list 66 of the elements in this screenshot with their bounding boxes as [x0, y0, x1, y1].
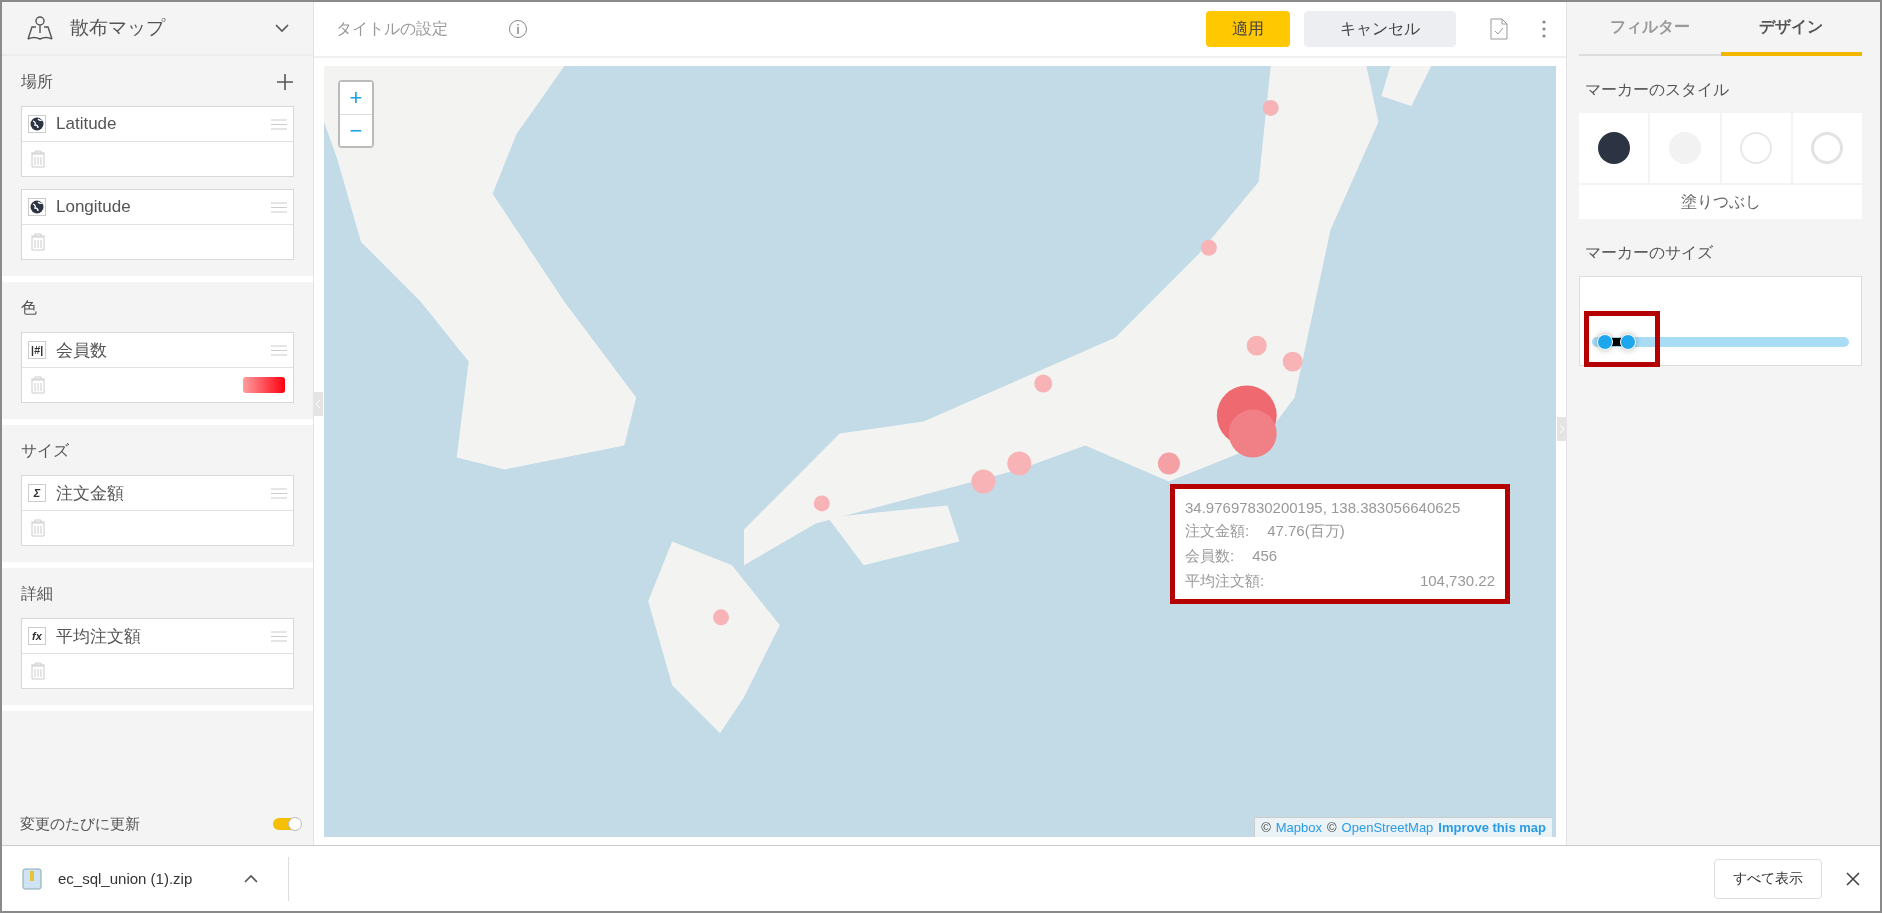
- cancel-button[interactable]: キャンセル: [1304, 11, 1456, 47]
- tooltip-label: 会員数:: [1185, 547, 1235, 566]
- field-label[interactable]: 注文金額: [56, 481, 261, 505]
- size-range-slider[interactable]: [1592, 337, 1849, 347]
- section-title: サイズ: [21, 440, 69, 461]
- more-icon[interactable]: [1542, 20, 1546, 38]
- tooltip-label: 平均注文額:: [1185, 572, 1265, 591]
- panel-tab[interactable]: デザイン: [1720, 2, 1862, 56]
- tooltip-coordinates: 34.97697830200195, 138.383056640625: [1185, 499, 1462, 516]
- copyright-mark: ©: [1261, 820, 1271, 835]
- section-title: 詳細: [21, 583, 53, 604]
- apply-button[interactable]: 適用: [1206, 11, 1290, 47]
- marker-circle-icon: [1811, 132, 1844, 164]
- trash-icon[interactable]: [30, 519, 46, 537]
- map-pin-icon: [26, 15, 54, 41]
- marker-style-title: マーカーのスタイル: [1585, 80, 1730, 100]
- chevron-up-icon[interactable]: [244, 874, 258, 883]
- marker-style-option[interactable]: [1579, 113, 1649, 183]
- trash-icon[interactable]: [30, 150, 46, 168]
- drag-handle-icon[interactable]: [271, 201, 287, 213]
- tooltip-value: 104,730.22: [1419, 572, 1495, 591]
- section-title: 場所: [21, 71, 53, 92]
- color-scale-swatch[interactable]: [243, 377, 285, 393]
- auto-update-toggle[interactable]: [273, 818, 301, 830]
- tooltip-label: 注文金額:: [1185, 522, 1250, 541]
- field-label[interactable]: Longitude: [56, 197, 261, 217]
- drag-handle-icon[interactable]: [271, 344, 287, 356]
- tooltip-value: 456: [1252, 547, 1278, 566]
- info-icon[interactable]: [508, 19, 528, 39]
- trash-icon[interactable]: [30, 662, 46, 680]
- document-check-icon[interactable]: [1490, 18, 1508, 40]
- chevron-right-icon: [1559, 424, 1565, 434]
- marker-style-option[interactable]: [1792, 113, 1862, 183]
- trash-icon[interactable]: [30, 376, 46, 394]
- title-field[interactable]: タイトルの設定: [334, 19, 494, 39]
- drag-handle-icon[interactable]: [271, 118, 287, 130]
- slider-thumb[interactable]: [1619, 334, 1636, 350]
- field-label[interactable]: Latitude: [56, 114, 261, 134]
- globe-icon: [28, 198, 46, 216]
- collapse-handle[interactable]: [1557, 417, 1567, 441]
- marker-style-caption: 塗りつぶし: [1579, 185, 1862, 219]
- close-icon[interactable]: [1846, 871, 1860, 886]
- copyright-mark: ©: [1327, 820, 1337, 835]
- globe-icon: [28, 115, 46, 133]
- field-type-icon: Σ: [28, 484, 46, 502]
- add-icon[interactable]: [276, 73, 294, 91]
- trash-icon[interactable]: [30, 233, 46, 251]
- collapse-handle[interactable]: [313, 392, 323, 416]
- field-label[interactable]: 平均注文額: [56, 624, 261, 648]
- marker-size-title: マーカーのサイズ: [1585, 243, 1714, 263]
- marker-circle-icon: [1597, 132, 1630, 164]
- auto-update-label: 変更のたびに更新: [20, 814, 140, 834]
- show-all-button[interactable]: すべて表示: [1714, 858, 1822, 899]
- archive-file-icon: [22, 867, 42, 890]
- chevron-left-icon: [315, 399, 321, 409]
- field-label[interactable]: 会員数: [56, 338, 261, 362]
- slider-thumb[interactable]: [1596, 334, 1613, 350]
- chart-type-label: 散布マップ: [70, 16, 167, 40]
- tooltip-value: 47.76(百万): [1267, 522, 1345, 541]
- field-type-icon: fx: [28, 627, 46, 645]
- chevron-down-icon[interactable]: [275, 23, 289, 33]
- field-type-icon: |#|: [28, 341, 46, 359]
- download-file-name[interactable]: ec_sql_union (1).zip: [58, 870, 228, 887]
- section-title: 色: [21, 297, 37, 318]
- drag-handle-icon[interactable]: [271, 630, 287, 642]
- drag-handle-icon[interactable]: [271, 487, 287, 499]
